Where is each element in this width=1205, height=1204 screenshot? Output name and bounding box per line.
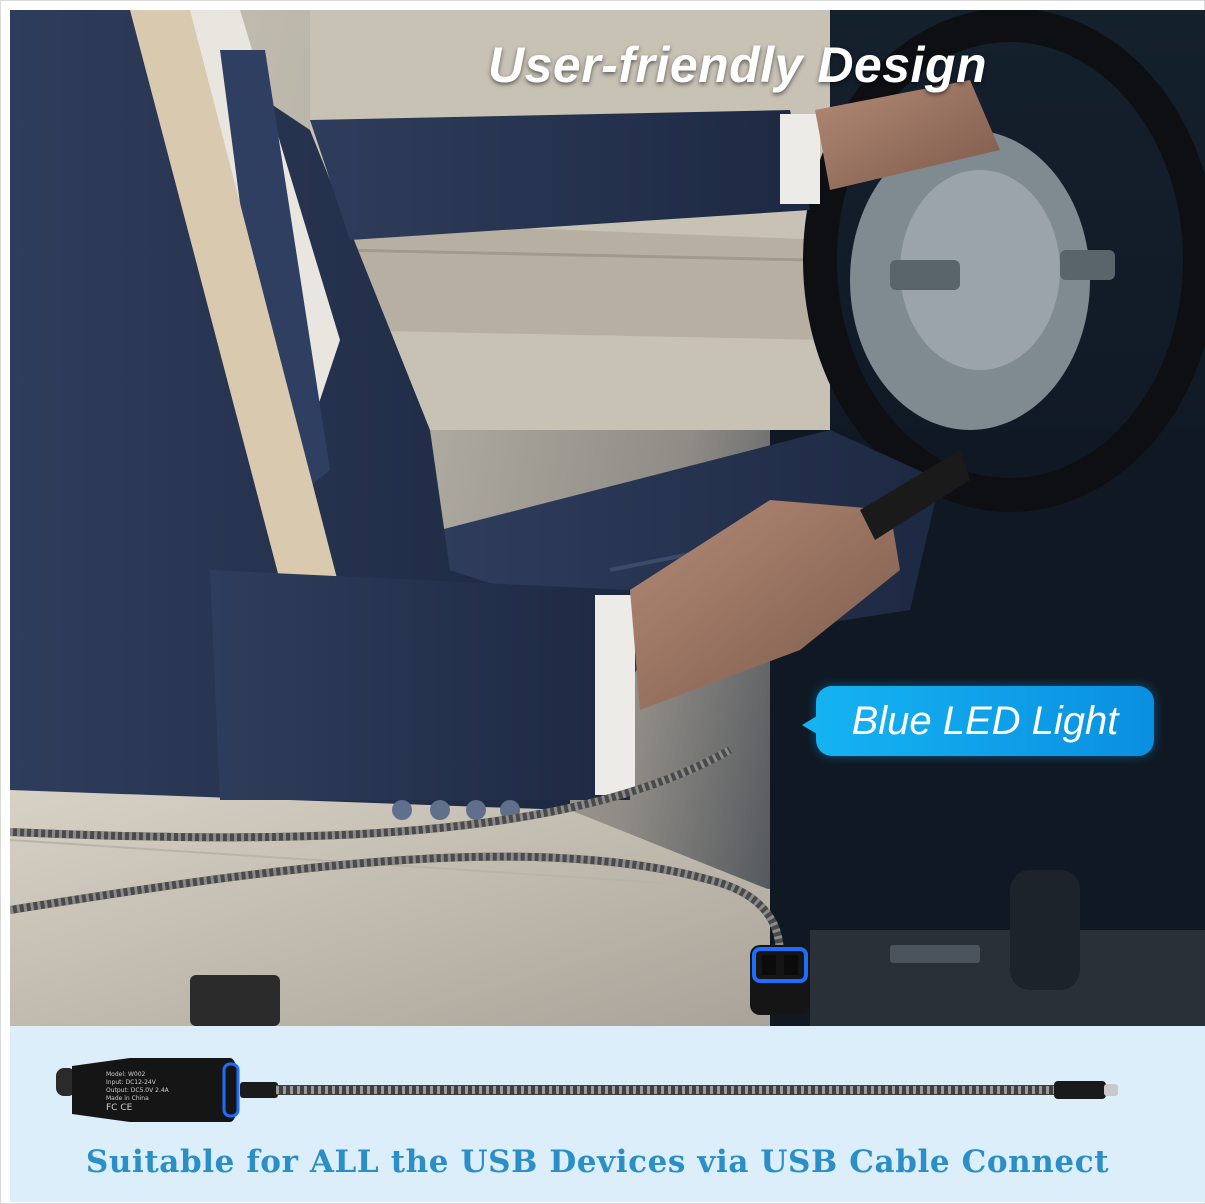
charger-label-line3: Output: DC5.0V 2.4A [106,1087,170,1094]
usb-a-plug [240,1082,278,1098]
usb-c-tip [1104,1084,1118,1096]
lifestyle-photo: User-friendly Design Blue LED Light [10,10,1205,1026]
headline: User-friendly Design [488,37,988,93]
charger-label-line4: Made in China [106,1095,149,1102]
led-callout-label: Blue LED Light [851,698,1119,743]
charger-and-cable-illustration: Model: W002 Input: DC12-24V Output: DC5.… [56,1058,1118,1122]
led-callout: Blue LED Light [802,686,1154,756]
usb-c-housing [1054,1081,1106,1099]
car-interior-illustration [10,10,1205,1026]
certification-marks: FC CE [106,1103,133,1113]
charger-label-line2: Input: DC12-24V [106,1079,157,1086]
charger-label-line1: Model: W002 [106,1071,146,1078]
product-strip: Model: W002 Input: DC12-24V Output: DC5.… [10,1026,1205,1202]
braided-cable [276,1085,1056,1095]
compatibility-caption: Suitable for ALL the USB Devices via USB… [85,1144,1110,1180]
